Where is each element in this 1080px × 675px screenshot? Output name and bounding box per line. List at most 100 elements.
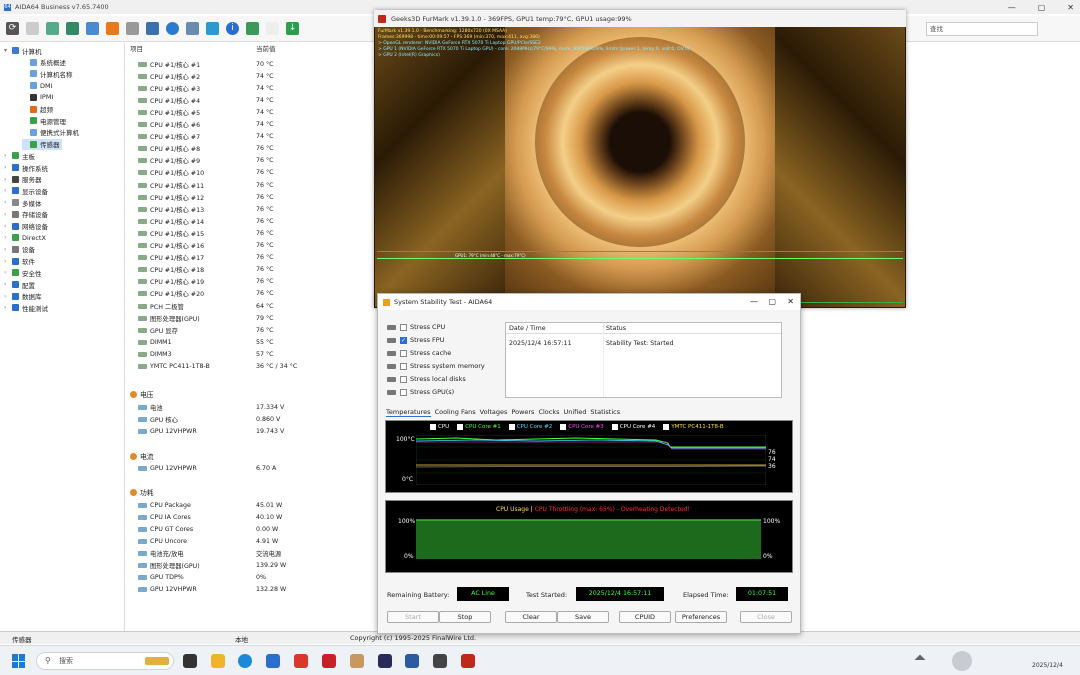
- home-icon[interactable]: [266, 22, 279, 35]
- stress-checkbox[interactable]: [400, 349, 407, 357]
- sensor-row[interactable]: CPU Uncore 4.91 W: [128, 535, 373, 547]
- sensor-row[interactable]: CPU #1/核心 #3 74 °C: [128, 82, 373, 94]
- legend-item[interactable]: CPU Core #4: [611, 424, 655, 430]
- tree-expander-icon[interactable]: ›: [4, 269, 10, 276]
- tree-item[interactable]: › 操作系统: [4, 162, 48, 173]
- tree-item[interactable]: › 设备: [4, 244, 35, 255]
- legend-item[interactable]: YMTC PC411-1T8-B: [663, 424, 724, 430]
- sensor-row[interactable]: CPU #1/核心 #2 74 °C: [128, 70, 373, 82]
- sensor-row[interactable]: YMTC PC411-1T8-B 36 °C / 34 °C: [128, 361, 373, 373]
- tree-expander-icon[interactable]: ›: [4, 187, 10, 194]
- tree-expander-icon[interactable]: ▾: [4, 47, 10, 54]
- taskbar-search-input[interactable]: ⚲ 搜索: [36, 652, 174, 670]
- tree-expander-icon[interactable]: ›: [4, 152, 10, 159]
- stop-button[interactable]: Stop: [439, 611, 491, 623]
- tree-item[interactable]: › 多媒体: [4, 197, 42, 208]
- sensor-row[interactable]: CPU #1/核心 #9 76 °C: [128, 155, 373, 167]
- tree-item[interactable]: 系统概述: [22, 57, 66, 68]
- refresh-icon[interactable]: ⟳: [6, 22, 19, 35]
- tab-powers[interactable]: Powers: [511, 408, 534, 417]
- stress-checkbox[interactable]: [400, 323, 407, 331]
- sensor-row[interactable]: 电池 17.334 V: [128, 401, 373, 413]
- sensor-row[interactable]: CPU #1/核心 #11 76 °C: [128, 179, 373, 191]
- tree-item[interactable]: › 数据库: [4, 291, 42, 302]
- minimize-button[interactable]: —: [1008, 3, 1016, 12]
- sensor-row[interactable]: CPU #1/核心 #6 74 °C: [128, 119, 373, 131]
- tree-expander-icon[interactable]: ›: [4, 164, 10, 171]
- tree-expander-icon[interactable]: ›: [4, 258, 10, 265]
- sensor-row[interactable]: CPU #1/核心 #18 76 °C: [128, 264, 373, 276]
- stress-option[interactable]: Stress GPU(s): [387, 388, 454, 396]
- store-icon[interactable]: [266, 654, 280, 668]
- database-icon[interactable]: [186, 22, 199, 35]
- log-header-status[interactable]: Status: [606, 325, 626, 332]
- legend-item[interactable]: CPU Core #3: [560, 424, 604, 430]
- tree-item[interactable]: › 显示设备: [4, 185, 48, 196]
- tab-unified[interactable]: Unified: [564, 408, 587, 417]
- sensor-row[interactable]: CPU Package 45.01 W: [128, 499, 373, 511]
- editor-icon[interactable]: [322, 654, 336, 668]
- legend-checkbox[interactable]: [663, 424, 670, 430]
- sensor-row[interactable]: DIMM1 55 °C: [128, 336, 373, 348]
- tree-item[interactable]: 电源管理: [22, 115, 66, 126]
- sensor-row[interactable]: CPU #1/核心 #19 76 °C: [128, 276, 373, 288]
- tree-item[interactable]: › 配置: [4, 279, 35, 290]
- tree-expander-icon[interactable]: ›: [4, 176, 10, 183]
- gpu-app-icon[interactable]: [433, 654, 447, 668]
- tree-item[interactable]: 便携式计算机: [22, 127, 79, 138]
- tree-item[interactable]: › 服务器: [4, 174, 42, 185]
- tree-item[interactable]: › 安全性: [4, 267, 42, 278]
- search-input[interactable]: 查找: [926, 22, 1038, 36]
- sst-maximize-button[interactable]: ▢: [768, 297, 776, 306]
- network-icon[interactable]: [86, 22, 99, 35]
- sensor-row[interactable]: CPU GT Cores 0.00 W: [128, 523, 373, 535]
- tree-item[interactable]: › 主板: [4, 150, 35, 161]
- sensor-row[interactable]: CPU #1/核心 #14 76 °C: [128, 215, 373, 227]
- legend-checkbox[interactable]: [560, 424, 567, 430]
- tree-item[interactable]: › 软件: [4, 256, 35, 267]
- tab-temperatures[interactable]: Temperatures: [386, 408, 431, 417]
- legend-item[interactable]: CPU Core #2: [508, 424, 552, 430]
- report-icon[interactable]: [26, 22, 39, 35]
- info-icon[interactable]: i: [226, 22, 239, 35]
- tree-expander-icon[interactable]: ›: [4, 281, 10, 288]
- legend-item[interactable]: CPU: [430, 424, 449, 430]
- stress-option[interactable]: Stress CPU: [387, 323, 445, 331]
- sensor-row[interactable]: CPU #1/核心 #17 76 °C: [128, 252, 373, 264]
- tree-item[interactable]: › 存储设备: [4, 209, 48, 220]
- sensor-row[interactable]: CPU #1/核心 #13 76 °C: [128, 203, 373, 215]
- sensor-row[interactable]: 电池充/放电 交流电源: [128, 547, 373, 559]
- sensor-row[interactable]: CPU IA Cores 40.10 W: [128, 511, 373, 523]
- stress-checkbox[interactable]: [400, 388, 407, 396]
- legend-item[interactable]: CPU Core #1: [457, 424, 501, 430]
- tree-item[interactable]: 传感器: [22, 138, 62, 150]
- stress-option[interactable]: Stress local disks: [387, 375, 466, 383]
- motherboard-icon[interactable]: [46, 22, 59, 35]
- close-button[interactable]: Close: [740, 611, 792, 623]
- tab-clocks[interactable]: Clocks: [538, 408, 559, 417]
- sensor-row[interactable]: CPU #1/核心 #8 76 °C: [128, 143, 373, 155]
- tree-expander-icon[interactable]: ›: [4, 211, 10, 218]
- tab-cooling-fans[interactable]: Cooling Fans: [435, 408, 476, 417]
- wps-icon[interactable]: [294, 654, 308, 668]
- tree-item[interactable]: › 网络设备: [4, 221, 48, 232]
- column-header-value[interactable]: 当前值: [256, 43, 276, 55]
- tree-expander-icon[interactable]: ›: [4, 223, 10, 230]
- tree-item[interactable]: ▾ 计算机: [4, 45, 42, 56]
- column-header-item[interactable]: 项目: [130, 43, 143, 55]
- tree-item[interactable]: DMI: [22, 80, 53, 91]
- taskbar-date[interactable]: 2025/12/4: [1032, 662, 1063, 669]
- legend-checkbox[interactable]: [430, 424, 436, 430]
- tree-item[interactable]: 超频: [22, 104, 53, 115]
- sensor-row[interactable]: CPU #1/核心 #5 74 °C: [128, 106, 373, 118]
- sensor-row[interactable]: GPU 显存 76 °C: [128, 324, 373, 336]
- windows-start-icon[interactable]: [12, 654, 26, 668]
- sensor-row[interactable]: GPU TDP% 0%: [128, 572, 373, 584]
- sensor-row[interactable]: DIMM3 57 °C: [128, 348, 373, 360]
- tree-item[interactable]: › DirectX: [4, 232, 46, 243]
- legend-checkbox[interactable]: [611, 424, 618, 430]
- furmark-taskbar-icon[interactable]: [461, 654, 475, 668]
- stress-option[interactable]: Stress cache: [387, 349, 451, 357]
- sensor-row[interactable]: 图形处理器(GPU) 139.29 W: [128, 560, 373, 572]
- sensor-row[interactable]: CPU #1/核心 #15 76 °C: [128, 227, 373, 239]
